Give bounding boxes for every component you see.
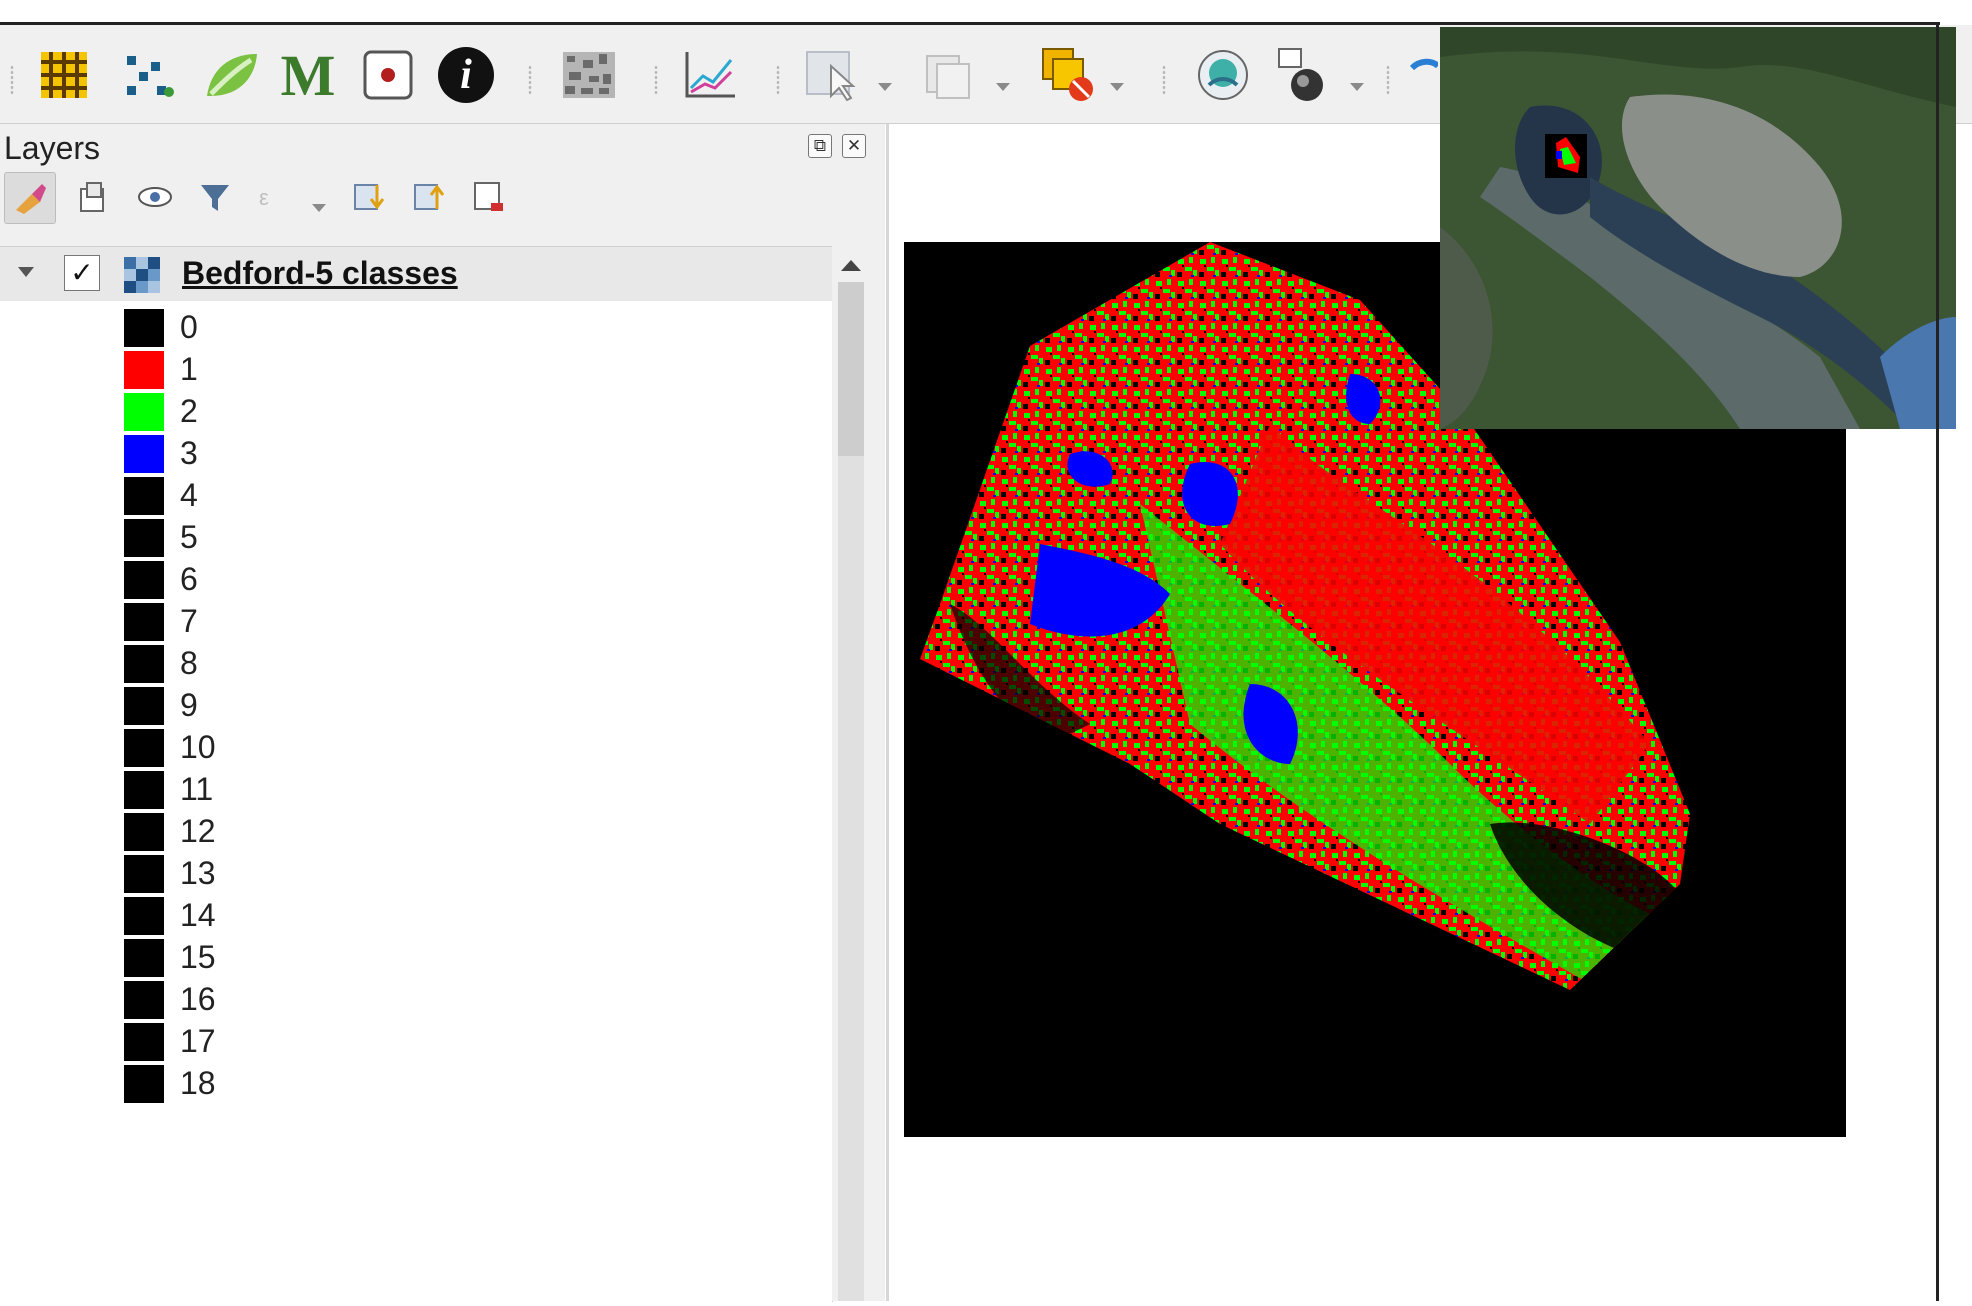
legend-swatch bbox=[124, 477, 164, 515]
close-panel-button[interactable]: ✕ bbox=[842, 134, 866, 158]
toolbar-grip[interactable] bbox=[528, 65, 532, 95]
legend-label: 10 bbox=[180, 729, 216, 765]
legend-label: 3 bbox=[180, 435, 198, 471]
select-icon[interactable] bbox=[800, 45, 866, 105]
legend-swatch bbox=[124, 813, 164, 851]
texture-icon[interactable] bbox=[556, 45, 622, 105]
expand-all-icon[interactable] bbox=[346, 172, 392, 222]
legend-swatch bbox=[124, 897, 164, 935]
legend-label: 11 bbox=[180, 771, 214, 807]
grid-icon[interactable] bbox=[34, 45, 94, 105]
identify-letter: i bbox=[460, 52, 472, 98]
raster-layer-icon bbox=[124, 257, 160, 293]
legend-label: 2 bbox=[180, 393, 198, 429]
manage-visibility-icon[interactable] bbox=[130, 172, 180, 222]
m-icon[interactable]: M bbox=[278, 43, 338, 108]
layer-tree: ✓ Bedford-5 classes 0 1 2 3 4 5 6 7 8 9 … bbox=[0, 246, 833, 1302]
layer-name[interactable]: Bedford-5 classes bbox=[182, 255, 458, 292]
panel-splitter[interactable] bbox=[886, 124, 889, 1301]
legend-label: 14 bbox=[180, 897, 216, 933]
raster-transform-dropdown-caret[interactable] bbox=[1350, 83, 1364, 91]
collapse-all-icon[interactable] bbox=[406, 172, 452, 222]
legend-swatch bbox=[124, 645, 164, 683]
toolbar-grip[interactable] bbox=[1162, 65, 1166, 95]
legend-swatch bbox=[124, 351, 164, 389]
legend-label: 18 bbox=[180, 1065, 216, 1101]
toolbar-grip[interactable] bbox=[776, 65, 780, 95]
m-letter: M bbox=[280, 42, 336, 108]
legend-label: 6 bbox=[180, 561, 198, 597]
raster-transform-icon[interactable] bbox=[1270, 45, 1332, 105]
layers-panel-title: Layers bbox=[4, 130, 101, 166]
filter-dropdown-caret[interactable] bbox=[312, 204, 326, 212]
legend-label: 0 bbox=[180, 309, 198, 345]
legend-swatch bbox=[124, 309, 164, 347]
float-panel-button[interactable]: ⧉ bbox=[808, 134, 832, 158]
profile-chart-icon[interactable] bbox=[676, 45, 742, 105]
legend-label: 9 bbox=[180, 687, 198, 723]
legend-swatch bbox=[124, 855, 164, 893]
legend-swatch bbox=[124, 603, 164, 641]
window-right-border bbox=[1936, 22, 1939, 1301]
overview-satellite-inset[interactable] bbox=[1440, 27, 1956, 429]
legend-swatch bbox=[124, 939, 164, 977]
filter-legend-icon[interactable] bbox=[190, 172, 240, 222]
layers-panel: Layers ⧉ ✕ ε ✓ Bedford-5 classes 0 1 2 3… bbox=[0, 124, 885, 1302]
remove-layer-icon[interactable] bbox=[1036, 45, 1102, 105]
filter-expression-icon[interactable]: ε bbox=[250, 172, 290, 222]
legend-swatch bbox=[124, 519, 164, 557]
legend-label: 15 bbox=[180, 939, 216, 975]
scrollbar-track[interactable] bbox=[838, 456, 864, 1301]
legend-swatch bbox=[124, 981, 164, 1019]
legend-label: 12 bbox=[180, 813, 216, 849]
remove-layer-group-icon[interactable] bbox=[466, 172, 512, 222]
legend-label: 7 bbox=[180, 603, 198, 639]
scrollbar-thumb[interactable] bbox=[838, 282, 864, 456]
layer-visibility-checkbox[interactable]: ✓ bbox=[64, 255, 100, 291]
layer-row[interactable]: ✓ Bedford-5 classes bbox=[0, 247, 832, 301]
legend-swatch bbox=[124, 393, 164, 431]
layer-tree-scrollbar[interactable] bbox=[832, 246, 870, 1301]
legend-label: 17 bbox=[180, 1023, 216, 1059]
scroll-up-arrow-icon[interactable] bbox=[841, 260, 861, 271]
copy-dropdown-caret[interactable] bbox=[996, 83, 1010, 91]
legend-label: 13 bbox=[180, 855, 216, 891]
style-panel-icon[interactable] bbox=[4, 172, 56, 224]
copy-layer-icon[interactable] bbox=[918, 45, 978, 105]
add-group-icon[interactable] bbox=[68, 172, 118, 222]
remove-dropdown-caret[interactable] bbox=[1110, 83, 1124, 91]
identify-icon[interactable]: i bbox=[434, 45, 498, 105]
legend-swatch bbox=[124, 1065, 164, 1103]
expand-arrow-icon[interactable] bbox=[18, 267, 34, 277]
point-icon[interactable] bbox=[358, 45, 418, 105]
legend-label: 16 bbox=[180, 981, 216, 1017]
legend-swatch bbox=[124, 561, 164, 599]
legend-label: 8 bbox=[180, 645, 198, 681]
toolbar-grip[interactable] bbox=[10, 65, 14, 95]
legend-swatch bbox=[124, 687, 164, 725]
add-icon[interactable] bbox=[1408, 45, 1438, 105]
svg-text:ε: ε bbox=[259, 185, 269, 210]
xy-points-icon[interactable] bbox=[118, 45, 178, 105]
legend-swatch bbox=[124, 729, 164, 767]
globe-icon[interactable] bbox=[1190, 45, 1256, 105]
legend-swatch bbox=[124, 1023, 164, 1061]
leaf-icon[interactable] bbox=[198, 45, 264, 105]
legend-label: 1 bbox=[180, 351, 198, 387]
legend-swatch bbox=[124, 771, 164, 809]
toolbar-grip[interactable] bbox=[654, 65, 658, 95]
legend-swatch bbox=[124, 435, 164, 473]
legend-label: 4 bbox=[180, 477, 198, 513]
select-dropdown-caret[interactable] bbox=[878, 83, 892, 91]
toolbar-grip[interactable] bbox=[1386, 65, 1390, 95]
legend-label: 5 bbox=[180, 519, 198, 555]
